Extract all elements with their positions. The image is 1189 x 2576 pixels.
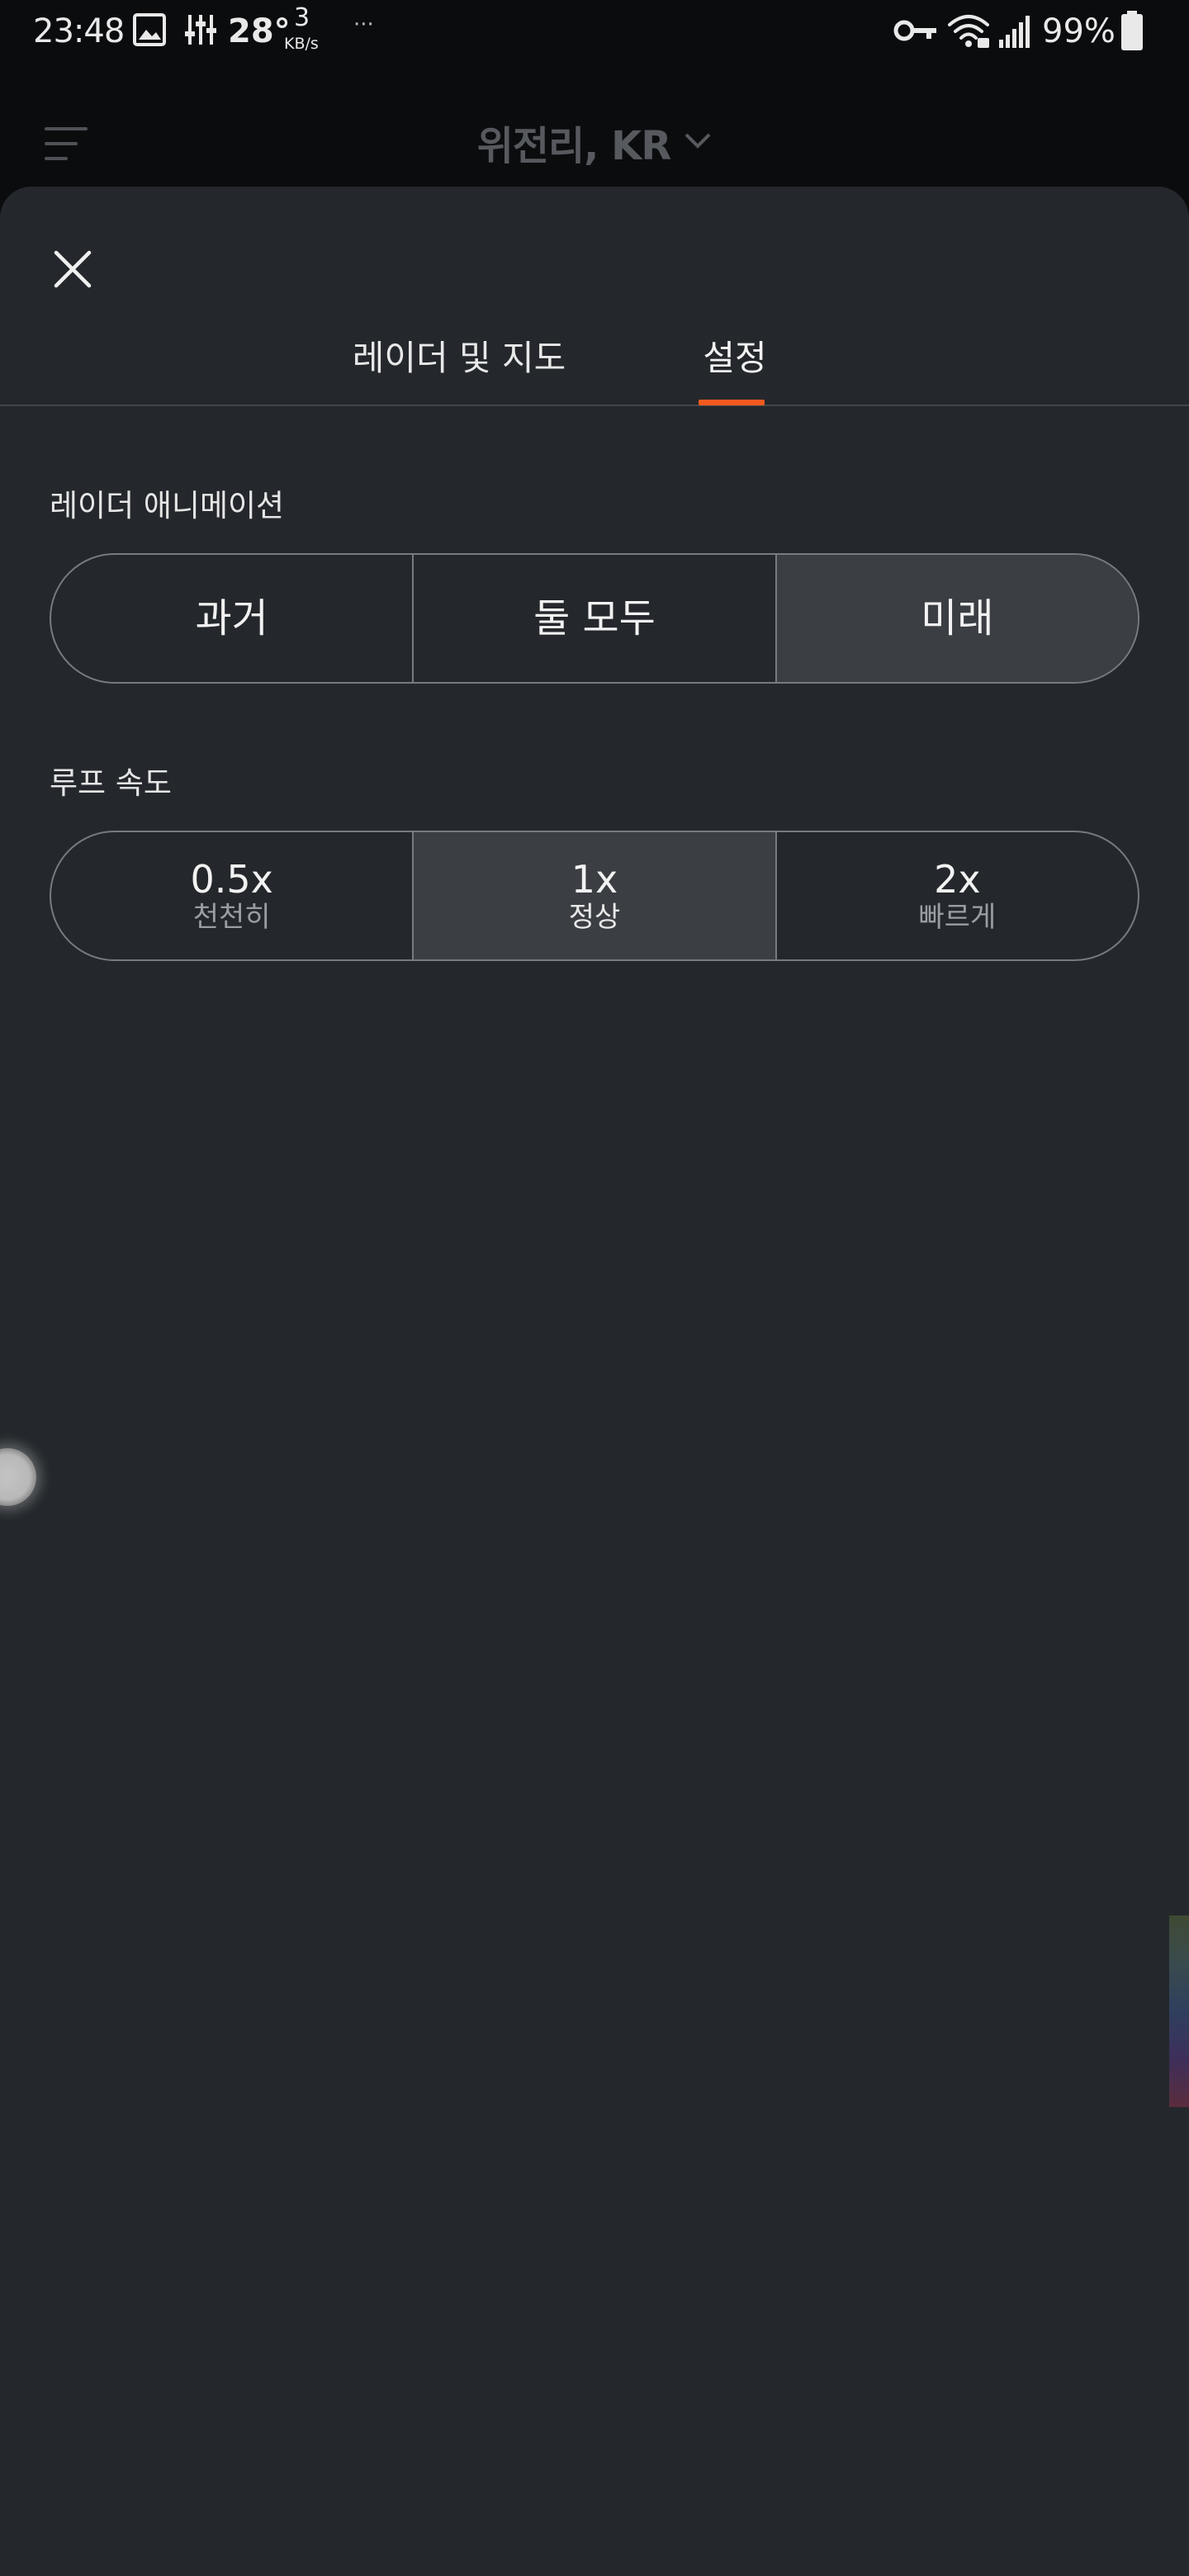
speed-caption: 빠르게 (918, 901, 997, 934)
close-icon (46, 250, 99, 299)
app-header: 위전리, KR (0, 63, 1189, 187)
signal-icon (997, 13, 1035, 53)
tab-radar-and-map[interactable]: 레이더 및 지도 (327, 319, 591, 406)
loop-speed-selector: 0.5x 천천히 1x 정상 2x 빠르게 (50, 831, 1139, 961)
radar-color-legend (1169, 1915, 1189, 2107)
close-button[interactable] (46, 243, 99, 296)
radar-animation-label: 레이더 애니메이션 (50, 488, 285, 523)
option-label: 둘 모두 (533, 595, 656, 642)
loop-speed-option-slow[interactable]: 0.5x 천천히 (51, 832, 414, 959)
location-selector[interactable]: 위전리, KR (0, 112, 1189, 172)
speed-value: 0.5x (190, 857, 273, 902)
radar-option-future[interactable]: 미래 (776, 555, 1138, 682)
option-label: 과거 (195, 595, 268, 642)
equalizer-icon (183, 12, 218, 51)
assistive-touch-button[interactable] (0, 1448, 36, 1506)
speed-value: 2x (934, 857, 981, 902)
tab-bar: 레이더 및 지도 설정 (0, 319, 1189, 406)
radar-animation-selector: 과거 둘 모두 미래 (50, 553, 1139, 684)
option-label: 미래 (921, 595, 994, 642)
speed-caption: 천천히 (192, 901, 271, 934)
loop-speed-label: 루프 속도 (50, 765, 172, 801)
radar-option-past[interactable]: 과거 (51, 555, 414, 682)
status-temperature: 28° (228, 12, 291, 50)
wifi-icon (946, 13, 991, 53)
more-notifications-indicator: ··· (353, 12, 374, 37)
status-time: 23:48 (33, 12, 125, 50)
battery-icon (1120, 10, 1144, 54)
settings-sheet: 레이더 및 지도 설정 레이더 애니메이션 과거 둘 모두 미래 루프 속도 0… (0, 187, 1189, 2576)
network-speed-unit: KB/s (284, 35, 319, 53)
speed-caption: 정상 (568, 901, 621, 934)
network-speed-value: 3 (294, 3, 310, 32)
tab-settings[interactable]: 설정 (685, 319, 784, 406)
chevron-down-icon (684, 130, 712, 154)
loop-speed-option-fast[interactable]: 2x 빠르게 (777, 832, 1138, 959)
status-bar: 23:48 28° 3 KB/s ··· 99% (0, 0, 1189, 63)
radar-option-both[interactable]: 둘 모두 (414, 555, 777, 682)
image-icon (132, 12, 167, 51)
battery-percentage: 99% (1042, 12, 1116, 50)
loop-speed-option-normal[interactable]: 1x 정상 (414, 832, 777, 959)
speed-value: 1x (571, 857, 618, 902)
location-name: 위전리, KR (476, 123, 672, 169)
active-tab-indicator (699, 400, 765, 405)
key-icon (893, 17, 938, 48)
